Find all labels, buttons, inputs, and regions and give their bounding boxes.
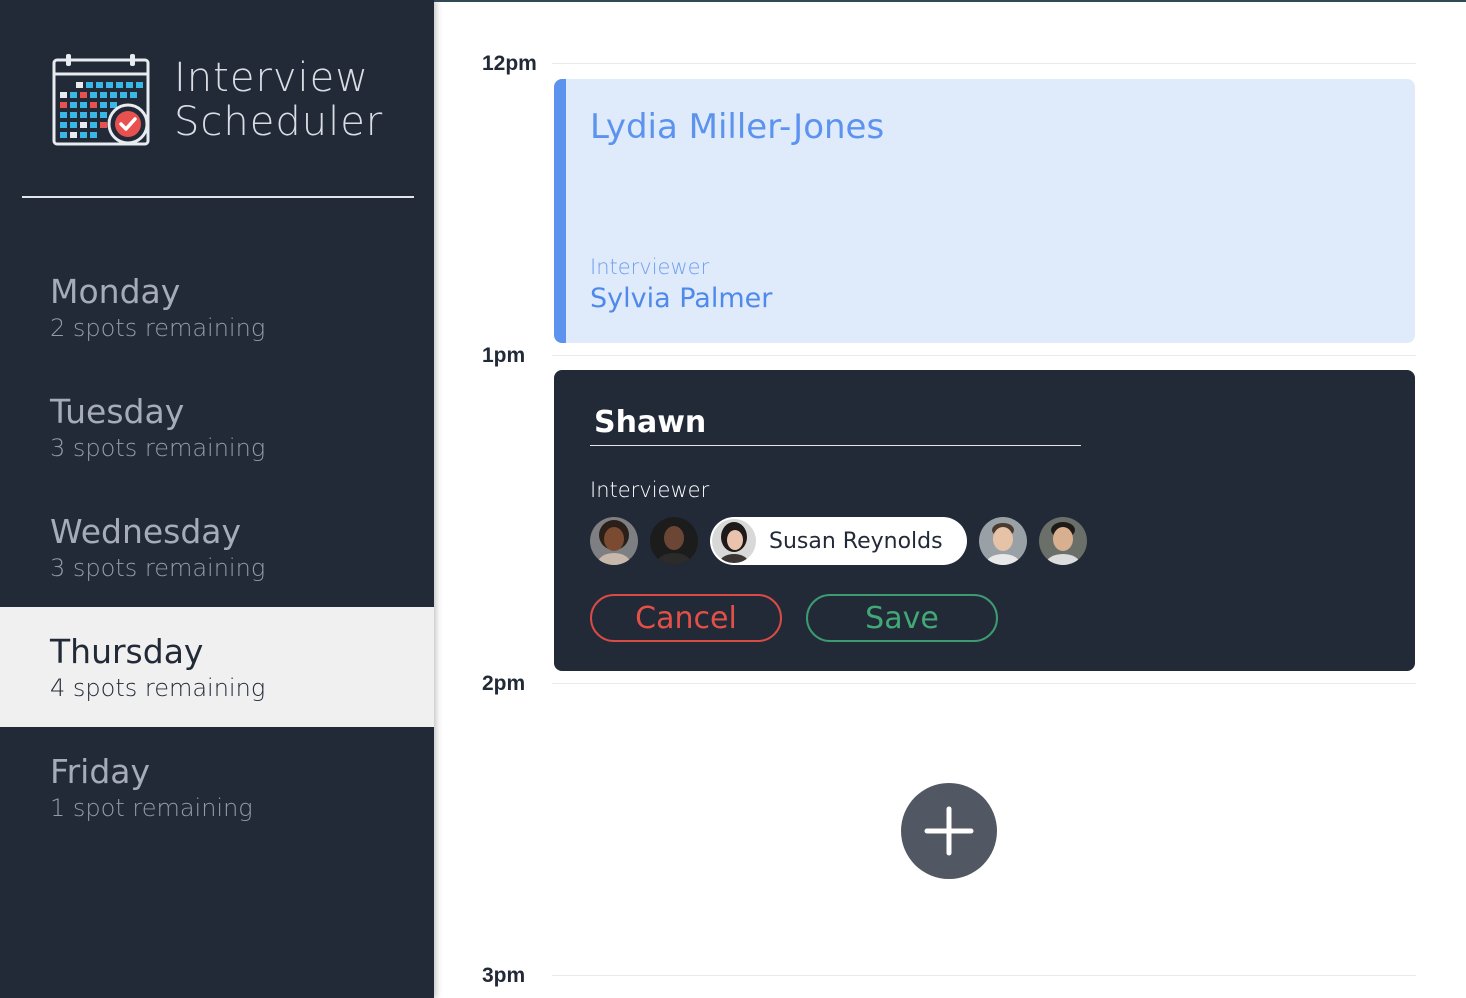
time-label-12pm: 12pm: [482, 52, 537, 75]
day-name: Wednesday: [50, 512, 242, 551]
avatar-icon: [590, 517, 638, 565]
day-spots: 1 spot remaining: [50, 794, 253, 822]
interviewer-label: Interviewer: [590, 478, 710, 502]
app-root: Interview Scheduler Monday 2 spots remai…: [0, 0, 1466, 998]
avatar-icon: [712, 519, 756, 563]
day-item-monday[interactable]: Monday 2 spots remaining: [0, 247, 434, 367]
interviewer-avatar[interactable]: [978, 517, 1027, 565]
day-spots: 2 spots remaining: [50, 314, 266, 342]
student-name-input[interactable]: [590, 400, 1081, 446]
day-spots: 4 spots remaining: [50, 674, 266, 702]
interviewer-name: Sylvia Palmer: [590, 283, 773, 314]
avatar: [712, 519, 756, 563]
sidebar: Interview Scheduler Monday 2 spots remai…: [0, 0, 434, 998]
day-item-friday[interactable]: Friday 1 spot remaining: [0, 727, 434, 847]
interviewer-avatar[interactable]: [650, 517, 698, 565]
schedule: 12pm Lydia Miller-Jones Interviewer Sylv…: [434, 0, 1466, 998]
app-title: Interview Scheduler: [174, 56, 383, 144]
interviewer-avatar[interactable]: [1038, 517, 1087, 565]
time-label-3pm: 3pm: [482, 964, 526, 987]
interviewer-selected[interactable]: Susan Reynolds: [710, 517, 967, 565]
avatar-icon: [978, 517, 1027, 565]
appointment-form: Interviewer: [554, 370, 1415, 671]
day-list: Monday 2 spots remaining Tuesday 3 spots…: [0, 247, 434, 847]
day-name: Monday: [50, 272, 181, 311]
interviewer-list: Susan Reynolds: [590, 517, 1099, 565]
add-appointment-button[interactable]: [901, 783, 997, 879]
interviewer-name: Susan Reynolds: [769, 528, 943, 554]
interviewer-label: Interviewer: [590, 255, 710, 279]
day-name: Tuesday: [50, 392, 185, 431]
calendar-check-icon: [52, 54, 150, 146]
day-name: Friday: [50, 752, 151, 791]
time-divider: [552, 355, 1416, 356]
interviewer-avatar[interactable]: [590, 517, 638, 565]
time-divider: [552, 975, 1416, 976]
time-label-1pm: 1pm: [482, 344, 526, 367]
avatar-icon: [1038, 517, 1087, 565]
save-button[interactable]: Save: [806, 594, 998, 642]
day-item-thursday[interactable]: Thursday 4 spots remaining: [0, 607, 434, 727]
cancel-button[interactable]: Cancel: [590, 594, 782, 642]
student-name: Lydia Miller-Jones: [590, 107, 885, 147]
time-divider: [552, 683, 1416, 684]
time-label-2pm: 2pm: [482, 672, 526, 695]
day-item-tuesday[interactable]: Tuesday 3 spots remaining: [0, 367, 434, 487]
brand: Interview Scheduler: [52, 52, 383, 148]
appointment-booked: Lydia Miller-Jones Interviewer Sylvia Pa…: [554, 79, 1415, 343]
sidebar-divider: [22, 196, 414, 198]
day-name: Thursday: [50, 632, 204, 671]
app-title-line1: Interview: [174, 55, 369, 101]
app-title-line2: Scheduler: [174, 99, 384, 145]
day-spots: 3 spots remaining: [50, 434, 266, 462]
time-divider: [552, 63, 1416, 64]
avatar-icon: [650, 517, 698, 565]
day-spots: 3 spots remaining: [50, 554, 266, 582]
plus-icon: [924, 806, 974, 856]
day-item-wednesday[interactable]: Wednesday 3 spots remaining: [0, 487, 434, 607]
